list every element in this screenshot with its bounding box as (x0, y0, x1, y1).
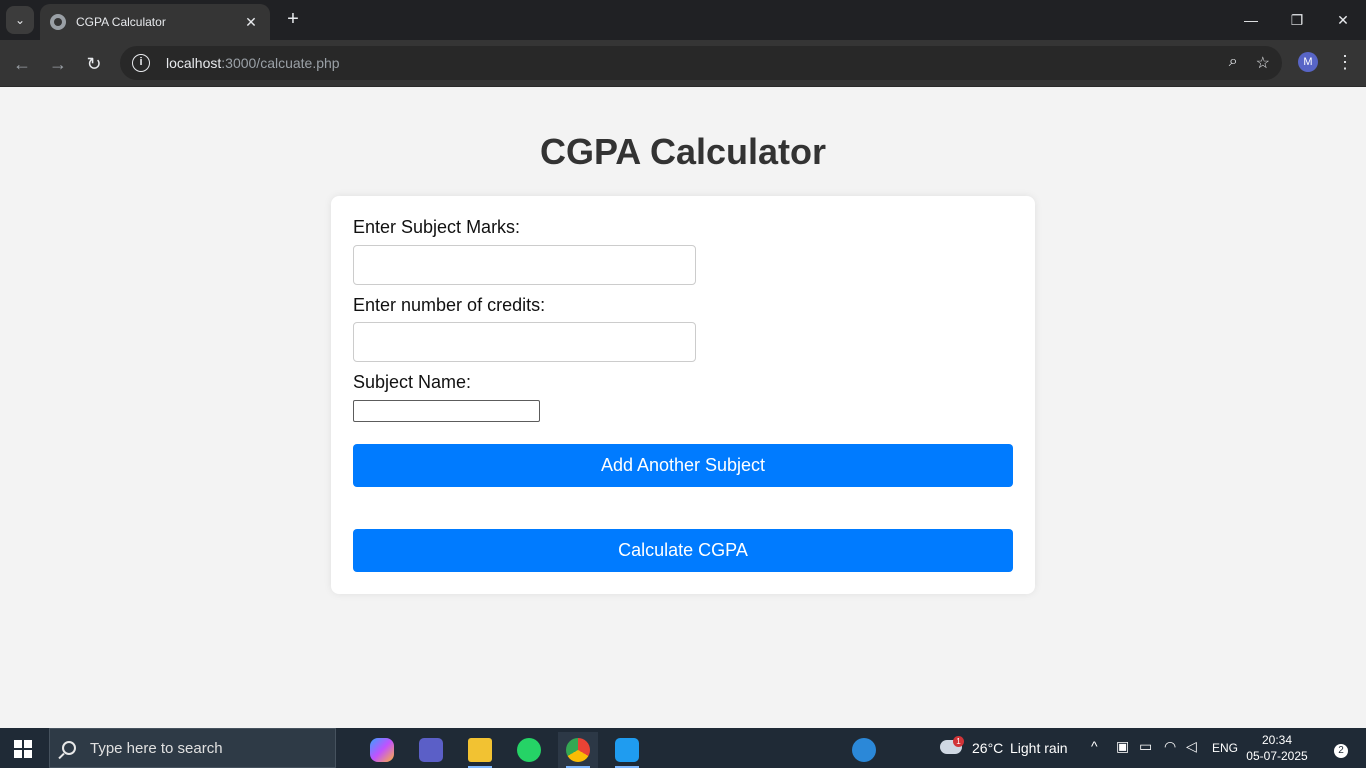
weather-description: Light rain (1010, 740, 1068, 756)
credits-input[interactable] (353, 322, 696, 362)
forward-icon[interactable]: → (44, 50, 72, 78)
tab-search-icon[interactable]: ⌄ (6, 6, 34, 34)
url-host: localhost (166, 55, 222, 71)
vscode-app-icon[interactable] (607, 732, 647, 768)
weather-temperature: 26°C (972, 740, 1004, 756)
file-explorer-app-icon[interactable] (460, 732, 500, 768)
taskbar-search-placeholder: Type here to search (90, 739, 223, 757)
profile-avatar[interactable]: M (1298, 52, 1318, 72)
weather-badge: 1 (953, 736, 964, 747)
volume-icon[interactable]: ◁ (1186, 738, 1197, 755)
weather-widget[interactable]: 1 26°C Light rain (940, 728, 1075, 768)
minimize-icon[interactable]: — (1228, 0, 1274, 40)
browser-toolbar: ← → ↻ i localhost:3000/calcuate.php ⌕ ☆ (0, 40, 1366, 87)
restore-icon[interactable]: ❐ (1274, 0, 1320, 40)
subject-name-input[interactable] (353, 400, 540, 422)
add-subject-button[interactable]: Add Another Subject (353, 444, 1013, 487)
close-tab-icon[interactable]: ✕ (242, 14, 260, 31)
page-title: CGPA Calculator (539, 131, 827, 172)
meet-now-icon[interactable]: ▣ (1116, 738, 1129, 755)
taskbar-search[interactable]: Type here to search (49, 728, 336, 768)
reload-icon[interactable]: ↻ (80, 50, 108, 78)
bookmark-star-icon[interactable]: ☆ (1256, 53, 1270, 73)
clock-time: 20:34 (1261, 733, 1293, 747)
calculate-cgpa-button[interactable]: Calculate CGPA (353, 529, 1013, 572)
windows-taskbar: Type here to search 1 26°C Light rain ^ … (0, 728, 1366, 768)
address-bar[interactable]: i localhost:3000/calcuate.php ⌕ ☆ (120, 46, 1282, 80)
notification-count: 2 (1334, 744, 1348, 758)
chrome-app-icon[interactable] (558, 732, 598, 768)
new-tab-button[interactable]: + (282, 8, 304, 30)
notification-center-icon[interactable]: 2 (1324, 738, 1348, 758)
whatsapp-app-icon[interactable] (509, 732, 549, 768)
teams-app-icon[interactable] (411, 732, 451, 768)
subject-name-label: Subject Name: (353, 372, 472, 392)
wifi-icon[interactable]: ◠ (1164, 738, 1176, 755)
credits-label: Enter number of credits: (353, 295, 546, 315)
marks-label: Enter Subject Marks: (353, 217, 521, 237)
back-icon[interactable]: ← (8, 50, 36, 78)
copilot-app-icon[interactable] (362, 732, 402, 768)
tab-title: CGPA Calculator (76, 15, 166, 29)
windows-start-icon[interactable] (14, 740, 32, 758)
browser-tab-bar: ⌄ CGPA Calculator ✕ + — ❐ ✕ (0, 0, 1366, 40)
url-path: :3000/calcuate.php (221, 55, 340, 71)
language-indicator[interactable]: ENG (1212, 741, 1238, 755)
browser-menu-icon[interactable]: ⋮ (1336, 50, 1354, 74)
globe-icon (50, 14, 66, 30)
close-window-icon[interactable]: ✕ (1320, 0, 1366, 40)
marks-input[interactable] (353, 245, 696, 285)
omnibox-actions: ⌕ ☆ (1229, 53, 1270, 73)
clock-date: 05-07-2025 (1246, 749, 1308, 763)
tray-overflow-icon[interactable]: ^ (1091, 738, 1098, 754)
cgpa-form-card: Enter Subject Marks: Enter number of cre… (331, 196, 1035, 594)
browser-tab[interactable]: CGPA Calculator ✕ (40, 4, 270, 40)
help-icon[interactable] (844, 732, 884, 768)
zoom-icon[interactable]: ⌕ (1229, 53, 1238, 73)
search-icon (62, 741, 76, 755)
site-info-icon[interactable]: i (132, 54, 150, 72)
taskbar-clock[interactable]: 20:34 05-07-2025 (1246, 732, 1308, 764)
battery-icon[interactable]: ▭ (1139, 738, 1152, 755)
